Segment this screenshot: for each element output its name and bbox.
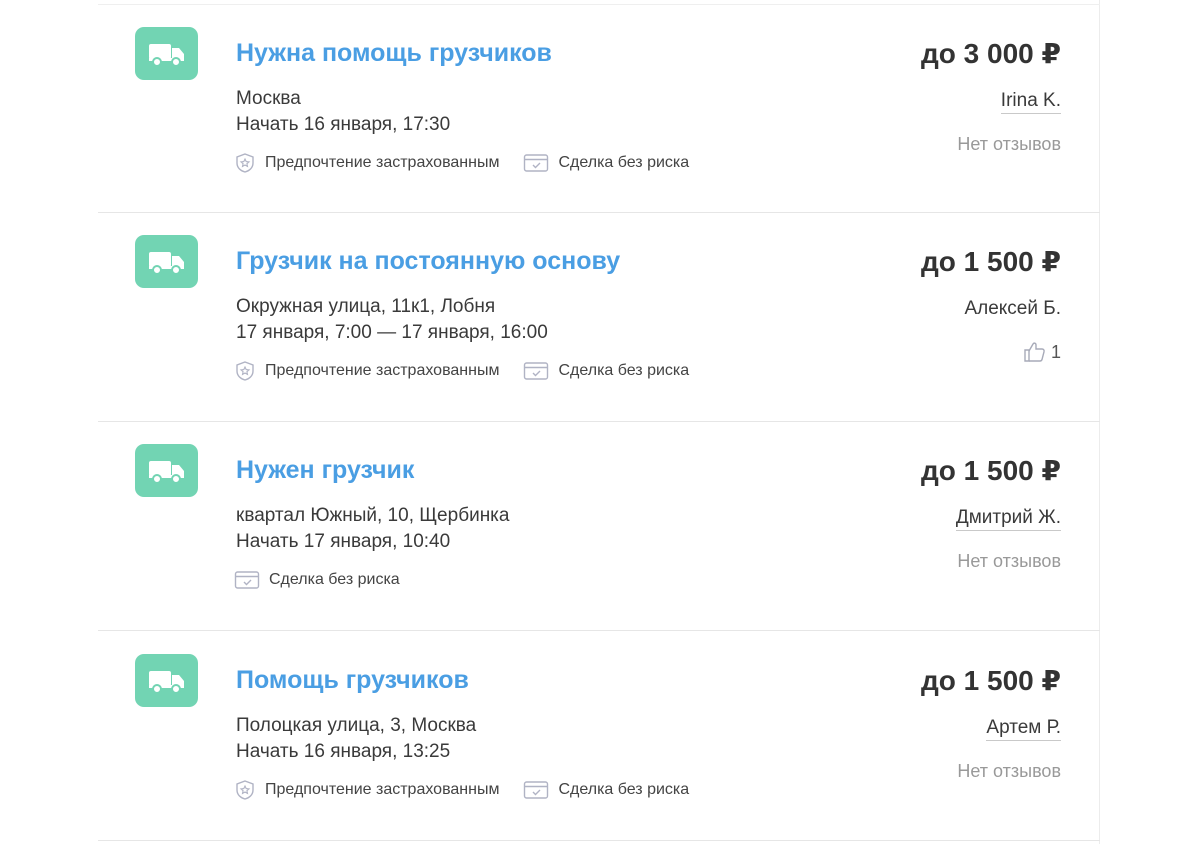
author-link[interactable]: Irina K.: [1000, 90, 1061, 114]
order-title-link[interactable]: Помощь грузчиков: [236, 666, 469, 695]
order-badges: Сделка без риска: [234, 569, 424, 591]
insured-badge: Предпочтение застрахованным: [234, 360, 499, 382]
order-title-link[interactable]: Грузчик на постоянную основу: [236, 247, 620, 276]
author-name[interactable]: Алексей Б.: [964, 298, 1061, 320]
author-link[interactable]: Дмитрий Ж.: [955, 507, 1061, 531]
likes-count: 1: [1023, 341, 1061, 363]
safe-deal-badge: Сделка без риска: [523, 361, 689, 381]
order-badges: Предпочтение застрахованным Сделка без р…: [234, 152, 713, 174]
order-title-link[interactable]: Нужен грузчик: [236, 456, 414, 485]
card-check-icon: [234, 571, 260, 589]
orders-list: Нужна помощь грузчиков Москва Начать 16 …: [98, 0, 1100, 844]
order-card[interactable]: Нужен грузчик квартал Южный, 10, Щербинк…: [98, 422, 1100, 631]
insured-badge: Предпочтение застрахованным: [234, 152, 499, 174]
order-title-link[interactable]: Нужна помощь грузчиков: [236, 39, 552, 68]
truck-icon: [135, 444, 198, 497]
truck-icon: [135, 654, 198, 707]
order-time: Начать 17 января, 10:40: [236, 531, 451, 552]
truck-icon: [135, 27, 198, 80]
insured-badge-label: Предпочтение застрахованным: [265, 781, 500, 798]
safe-deal-badge-label: Сделка без риска: [269, 571, 400, 588]
order-badges: Предпочтение застрахованным Сделка без р…: [234, 360, 713, 382]
order-price: до 1 500 ₽: [921, 665, 1061, 696]
order-card[interactable]: Грузчик на постоянную основу Окружная ул…: [98, 213, 1100, 422]
likes-count-value: 1: [1050, 341, 1061, 362]
reviews-status: Нет отзывов: [957, 134, 1061, 154]
safe-deal-badge: Сделка без риска: [523, 780, 689, 800]
shield-star-icon: [236, 153, 254, 173]
shield-star-icon: [236, 780, 254, 800]
card-check-icon: [524, 362, 549, 380]
order-time: Начать 16 января, 17:30: [236, 114, 451, 135]
insured-badge-label: Предпочтение застрахованным: [265, 154, 500, 171]
card-check-icon: [524, 154, 549, 172]
author-link[interactable]: Артем Р.: [986, 717, 1061, 741]
safe-deal-badge: Сделка без риска: [234, 570, 400, 590]
order-time: 17 января, 7:00 — 17 января, 16:00: [236, 322, 548, 343]
order-price: до 1 500 ₽: [921, 455, 1061, 486]
order-card[interactable]: Помощь грузчиков Полоцкая улица, 3, Моск…: [98, 632, 1100, 841]
shield-star-icon: [236, 361, 254, 381]
truck-icon: [135, 235, 198, 288]
safe-deal-badge: Сделка без риска: [523, 153, 689, 173]
order-badges: Предпочтение застрахованным Сделка без р…: [234, 779, 713, 801]
order-location: Окружная улица, 11к1, Лобня: [236, 296, 496, 317]
order-location: Полоцкая улица, 3, Москва: [236, 715, 477, 736]
order-card[interactable]: Нужна помощь грузчиков Москва Начать 16 …: [98, 4, 1100, 213]
reviews-status: Нет отзывов: [957, 761, 1061, 781]
safe-deal-badge-label: Сделка без риска: [558, 781, 690, 798]
order-price: до 1 500 ₽: [921, 246, 1061, 277]
order-time: Начать 16 января, 13:25: [236, 741, 451, 762]
order-price: до 3 000 ₽: [921, 38, 1061, 69]
card-check-icon: [524, 781, 549, 799]
order-location: квартал Южный, 10, Щербинка: [236, 505, 510, 526]
safe-deal-badge-label: Сделка без риска: [558, 154, 690, 171]
order-location: Москва: [236, 88, 301, 109]
insured-badge: Предпочтение застрахованным: [234, 779, 499, 801]
insured-badge-label: Предпочтение застрахованным: [265, 362, 500, 379]
thumbs-up-icon: [1024, 342, 1045, 362]
reviews-status: Нет отзывов: [957, 551, 1061, 571]
safe-deal-badge-label: Сделка без риска: [558, 362, 690, 379]
